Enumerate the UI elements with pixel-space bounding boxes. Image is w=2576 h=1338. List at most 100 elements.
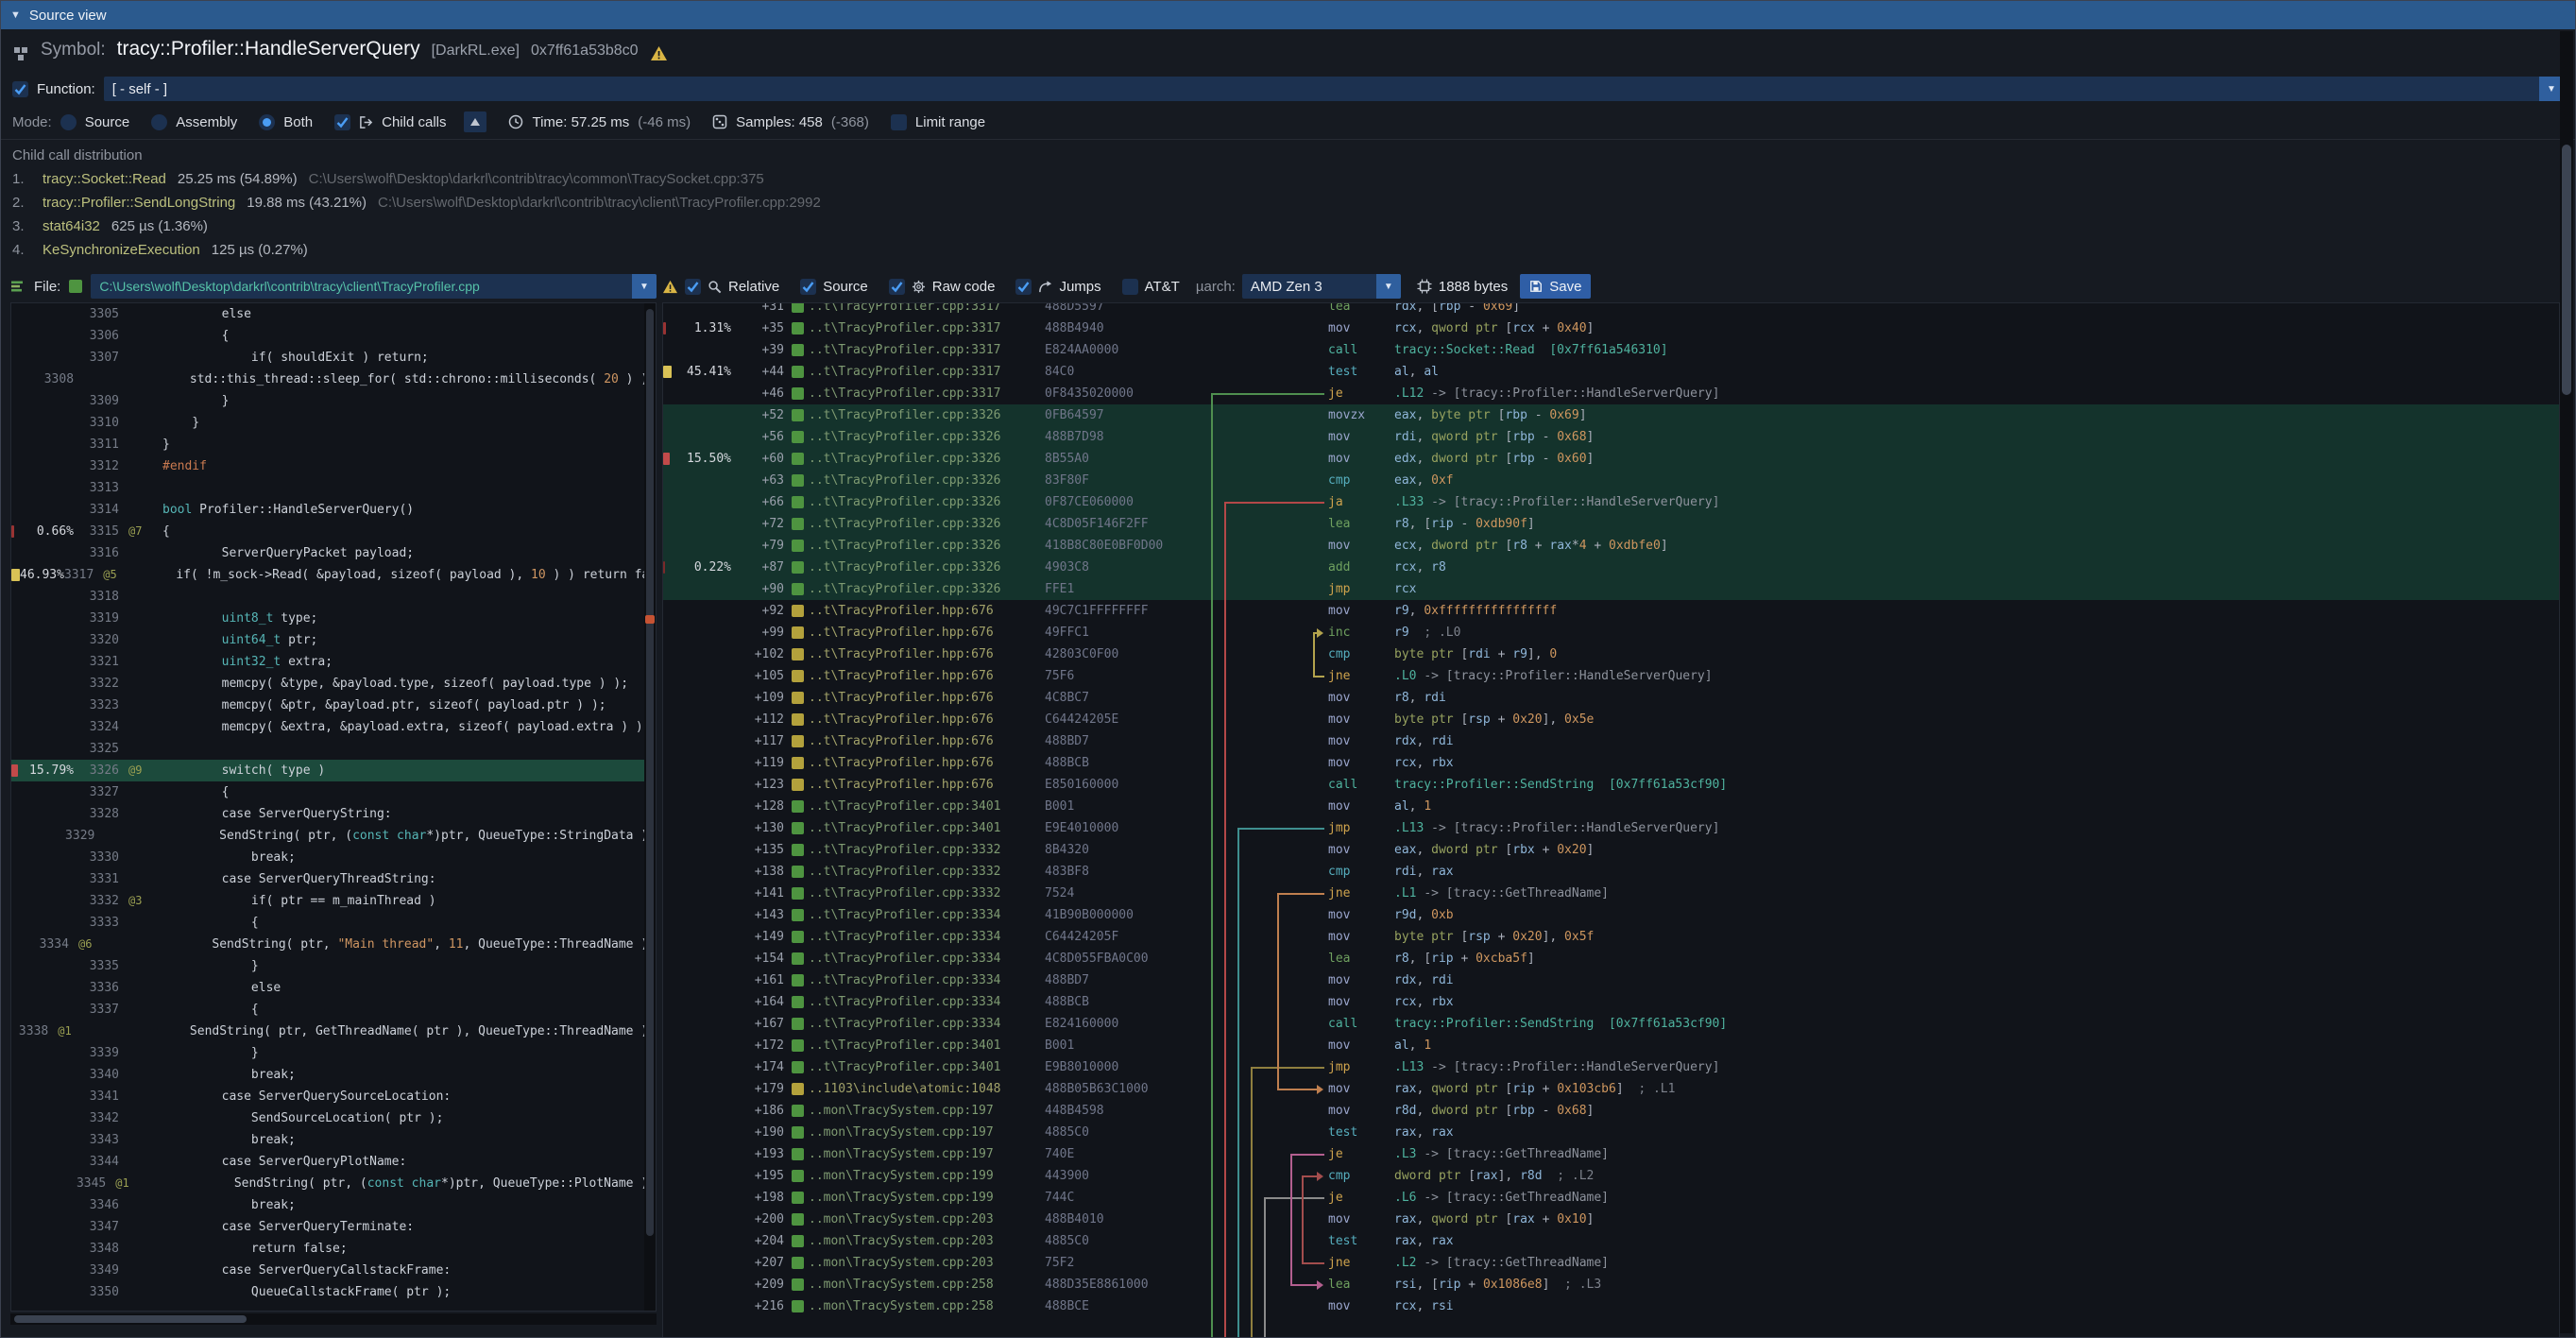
asm-row[interactable]: 45.41%+44..t\TracyProfiler.cpp:331784C0t… [663, 361, 2559, 383]
asm-row[interactable]: +72..t\TracyProfiler.cpp:33264C8D05F146F… [663, 513, 2559, 535]
asm-row[interactable]: +105..t\TracyProfiler.hpp:67675F6jne.L0 … [663, 665, 2559, 687]
asm-row[interactable]: +207..mon\TracySystem.cpp:20375F2jne.L2 … [663, 1252, 2559, 1274]
source-line[interactable]: 0.66%3315@7{ [11, 521, 656, 542]
asm-row[interactable]: +161..t\TracyProfiler.cpp:3334488BD7movr… [663, 969, 2559, 991]
asm-row[interactable]: +164..t\TracyProfiler.cpp:3334488BCBmovr… [663, 991, 2559, 1013]
asm-location[interactable]: ..t\TracyProfiler.cpp:3326 [809, 557, 1045, 578]
collapse-arrow-icon[interactable]: ▼ [10, 9, 21, 21]
source-line[interactable]: 3330 break; [11, 847, 656, 868]
source-checkbox[interactable] [800, 279, 816, 295]
asm-row[interactable]: +186..mon\TracySystem.cpp:197448B4598mov… [663, 1100, 2559, 1122]
source-line[interactable]: 3322 memcpy( &type, &payload.type, sizeo… [11, 673, 656, 695]
asm-row[interactable]: +63..t\TracyProfiler.cpp:332683F80Fcmpea… [663, 470, 2559, 491]
asm-row[interactable]: +190..mon\TracySystem.cpp:1974885C0testr… [663, 1122, 2559, 1143]
scrollbar-thumb[interactable] [14, 1315, 247, 1323]
limit-range-checkbox[interactable] [891, 114, 907, 130]
source-line[interactable]: 3323 memcpy( &ptr, &payload.ptr, sizeof(… [11, 695, 656, 716]
asm-location[interactable]: ..t\TracyProfiler.cpp:3334 [809, 926, 1045, 948]
asm-location[interactable]: ..mon\TracySystem.cpp:197 [809, 1122, 1045, 1143]
source-vertical-scrollbar[interactable] [644, 303, 656, 1311]
child-call-item[interactable]: 2.tracy::Profiler::SendLongString19.88 m… [12, 191, 2564, 214]
asm-location[interactable]: ..t\TracyProfiler.cpp:3401 [809, 796, 1045, 817]
asm-row[interactable]: +128..t\TracyProfiler.cpp:3401B001moval,… [663, 796, 2559, 817]
asm-location[interactable]: ..t\TracyProfiler.cpp:3317 [809, 339, 1045, 361]
asm-location[interactable]: ..t\TracyProfiler.cpp:3326 [809, 448, 1045, 470]
relative-checkbox[interactable] [685, 279, 701, 295]
child-call-item[interactable]: 1.tracy::Socket::Read25.25 ms (54.89%)C:… [12, 167, 2564, 191]
asm-row[interactable]: +204..mon\TracySystem.cpp:2034885C0testr… [663, 1230, 2559, 1252]
source-line[interactable]: 15.79%3326@9 switch( type ) [11, 760, 656, 781]
source-line[interactable]: 3327 { [11, 781, 656, 803]
source-line[interactable]: 3314bool Profiler::HandleServerQuery() [11, 499, 656, 521]
asm-row[interactable]: +179..1103\include\atomic:1048488B05B63C… [663, 1078, 2559, 1100]
asm-location[interactable]: ..t\TracyProfiler.cpp:3332 [809, 883, 1045, 904]
asm-location[interactable]: ..t\TracyProfiler.cpp:3334 [809, 969, 1045, 991]
asm-location[interactable]: ..t\TracyProfiler.cpp:3332 [809, 839, 1045, 861]
jumps-checkbox[interactable] [1015, 279, 1032, 295]
child-call-item[interactable]: 3.stat64i32625 µs (1.36%) [12, 214, 2564, 238]
asm-location[interactable]: ..t\TracyProfiler.hpp:676 [809, 600, 1045, 622]
source-line[interactable]: 46.93%3317@5 if( !m_sock->Read( &payload… [11, 564, 656, 586]
source-line[interactable]: 3325 [11, 738, 656, 760]
asm-row[interactable]: +174..t\TracyProfiler.cpp:3401E9B8010000… [663, 1056, 2559, 1078]
asm-location[interactable]: ..mon\TracySystem.cpp:203 [809, 1209, 1045, 1230]
source-line[interactable]: 3320 uint64_t ptr; [11, 629, 656, 651]
source-line[interactable]: 3346 break; [11, 1194, 656, 1216]
source-line[interactable]: 3333 { [11, 912, 656, 934]
asm-location[interactable]: ..t\TracyProfiler.cpp:3326 [809, 404, 1045, 426]
source-line[interactable]: 3340 break; [11, 1064, 656, 1086]
asm-location[interactable]: ..t\TracyProfiler.cpp:3317 [809, 317, 1045, 339]
asm-location[interactable]: ..t\TracyProfiler.cpp:3317 [809, 383, 1045, 404]
source-line[interactable]: 3335 } [11, 955, 656, 977]
source-line[interactable]: 3328 case ServerQueryString: [11, 803, 656, 825]
asm-location[interactable]: ..t\TracyProfiler.cpp:3401 [809, 817, 1045, 839]
asm-location[interactable]: ..t\TracyProfiler.cpp:3334 [809, 904, 1045, 926]
asm-location[interactable]: ..t\TracyProfiler.hpp:676 [809, 730, 1045, 752]
source-line[interactable]: 3334@6 SendString( ptr, "Main thread", 1… [11, 934, 656, 955]
asm-row[interactable]: +195..mon\TracySystem.cpp:199443900cmpdw… [663, 1165, 2559, 1187]
asm-location[interactable]: ..mon\TracySystem.cpp:197 [809, 1143, 1045, 1165]
source-line[interactable]: 3350 QueueCallstackFrame( ptr ); [11, 1281, 656, 1303]
asm-location[interactable]: ..t\TracyProfiler.cpp:3326 [809, 426, 1045, 448]
asm-row[interactable]: +167..t\TracyProfiler.cpp:3334E824160000… [663, 1013, 2559, 1035]
chevron-down-icon[interactable]: ▼ [1376, 274, 1401, 299]
radio-assembly[interactable] [151, 114, 167, 130]
asm-row[interactable]: +154..t\TracyProfiler.cpp:33344C8D055FBA… [663, 948, 2559, 969]
asm-row[interactable]: +198..mon\TracySystem.cpp:199744Cje.L6 -… [663, 1187, 2559, 1209]
asm-location[interactable]: ..t\TracyProfiler.cpp:3326 [809, 513, 1045, 535]
asm-location[interactable]: ..t\TracyProfiler.hpp:676 [809, 622, 1045, 643]
asm-location[interactable]: ..mon\TracySystem.cpp:197 [809, 1100, 1045, 1122]
raw-code-checkbox[interactable] [889, 279, 905, 295]
asm-location[interactable]: ..t\TracyProfiler.cpp:3326 [809, 578, 1045, 600]
asm-row[interactable]: +112..t\TracyProfiler.hpp:676C64424205Em… [663, 709, 2559, 730]
asm-row[interactable]: +141..t\TracyProfiler.cpp:33327524jne.L1… [663, 883, 2559, 904]
source-line[interactable]: 3306 { [11, 325, 656, 347]
source-horizontal-scrollbar[interactable] [10, 1313, 657, 1325]
window-titlebar[interactable]: ▼ Source view [1, 1, 2575, 29]
asm-location[interactable]: ..mon\TracySystem.cpp:203 [809, 1230, 1045, 1252]
asm-row[interactable]: +119..t\TracyProfiler.hpp:676488BCBmovrc… [663, 752, 2559, 774]
asm-row[interactable]: +117..t\TracyProfiler.hpp:676488BD7movrd… [663, 730, 2559, 752]
source-line[interactable]: 3342 SendSourceLocation( ptr ); [11, 1107, 656, 1129]
asm-row[interactable]: +92..t\TracyProfiler.hpp:67649C7C1FFFFFF… [663, 600, 2559, 622]
asm-location[interactable]: ..t\TracyProfiler.hpp:676 [809, 752, 1045, 774]
asm-row[interactable]: +143..t\TracyProfiler.cpp:333441B90B0000… [663, 904, 2559, 926]
asm-row[interactable]: +39..t\TracyProfiler.cpp:3317E824AA0000c… [663, 339, 2559, 361]
asm-location[interactable]: ..mon\TracySystem.cpp:203 [809, 1252, 1045, 1274]
source-line[interactable]: 3313 [11, 477, 656, 499]
asm-location[interactable]: ..t\TracyProfiler.hpp:676 [809, 774, 1045, 796]
source-line[interactable]: 3345@1 SendString( ptr, (const char*)ptr… [11, 1173, 656, 1194]
source-line[interactable]: 3321 uint32_t extra; [11, 651, 656, 673]
asm-location[interactable]: ..t\TracyProfiler.cpp:3326 [809, 491, 1045, 513]
source-line[interactable]: 3332@3 if( ptr == m_mainThread ) [11, 890, 656, 912]
asm-row[interactable]: +209..mon\TracySystem.cpp:258488D35E8861… [663, 1274, 2559, 1295]
source-line[interactable]: 3341 case ServerQuerySourceLocation: [11, 1086, 656, 1107]
source-line[interactable]: 3329 SendString( ptr, (const char*)ptr, … [11, 825, 656, 847]
source-line[interactable]: 3309 } [11, 390, 656, 412]
child-call-item[interactable]: 4.KeSynchronizeExecution125 µs (0.27%) [12, 238, 2564, 262]
source-line[interactable]: 3338@1 SendString( ptr, GetThreadName( p… [11, 1021, 656, 1042]
asm-row[interactable]: 1.31%+35..t\TracyProfiler.cpp:3317488B49… [663, 317, 2559, 339]
source-line[interactable]: 3305 else [11, 303, 656, 325]
source-line[interactable]: 3319 uint8_t type; [11, 608, 656, 629]
source-line[interactable]: 3308 std::this_thread::sleep_for( std::c… [11, 369, 656, 390]
